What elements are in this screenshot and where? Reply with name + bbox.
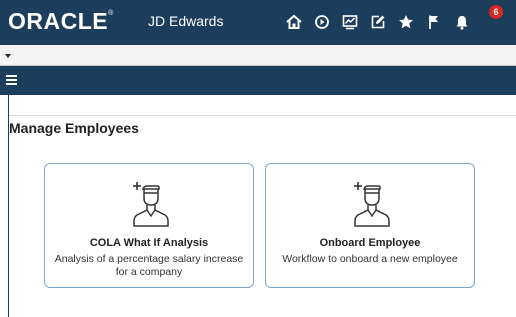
chevron-down-icon[interactable] bbox=[5, 54, 11, 58]
home-icon[interactable] bbox=[280, 10, 308, 34]
watchlists-icon[interactable] bbox=[336, 10, 364, 34]
oracle-logo: ORACLE® bbox=[8, 8, 114, 35]
tile-cola-what-if-analysis[interactable]: COLA What If Analysis Analysis of a perc… bbox=[44, 163, 254, 288]
menu-bar bbox=[0, 66, 516, 95]
content-divider bbox=[9, 115, 516, 116]
context-dropdown-bar[interactable] bbox=[0, 45, 516, 66]
header-icon-toolbar bbox=[280, 10, 476, 34]
brand-mark: ® bbox=[108, 10, 114, 17]
notification-count-badge: 6 bbox=[489, 5, 503, 19]
top-header-bar: ORACLE® JD Edwards 6 bbox=[0, 0, 516, 45]
product-name: JD Edwards bbox=[148, 13, 224, 29]
recent-icon[interactable] bbox=[308, 10, 336, 34]
tile-title: COLA What If Analysis bbox=[89, 237, 209, 249]
flag-icon[interactable] bbox=[420, 10, 448, 34]
brand-name: ORACLE bbox=[8, 8, 109, 34]
add-person-icon bbox=[133, 182, 169, 227]
tile-onboard-employee[interactable]: Onboard Employee Workflow to onboard a n… bbox=[265, 163, 475, 288]
tile-title: Onboard Employee bbox=[319, 237, 421, 249]
tile-description: Workflow to onboard a new employee bbox=[282, 253, 458, 265]
page-title: Manage Employees bbox=[9, 120, 139, 136]
tile-description: Analysis of a percentage salary increase… bbox=[54, 253, 244, 278]
edit-icon[interactable] bbox=[364, 10, 392, 34]
hamburger-icon[interactable] bbox=[6, 75, 17, 85]
notification-icon[interactable] bbox=[448, 10, 476, 34]
add-person-icon bbox=[354, 182, 390, 227]
favorites-icon[interactable] bbox=[392, 10, 420, 34]
